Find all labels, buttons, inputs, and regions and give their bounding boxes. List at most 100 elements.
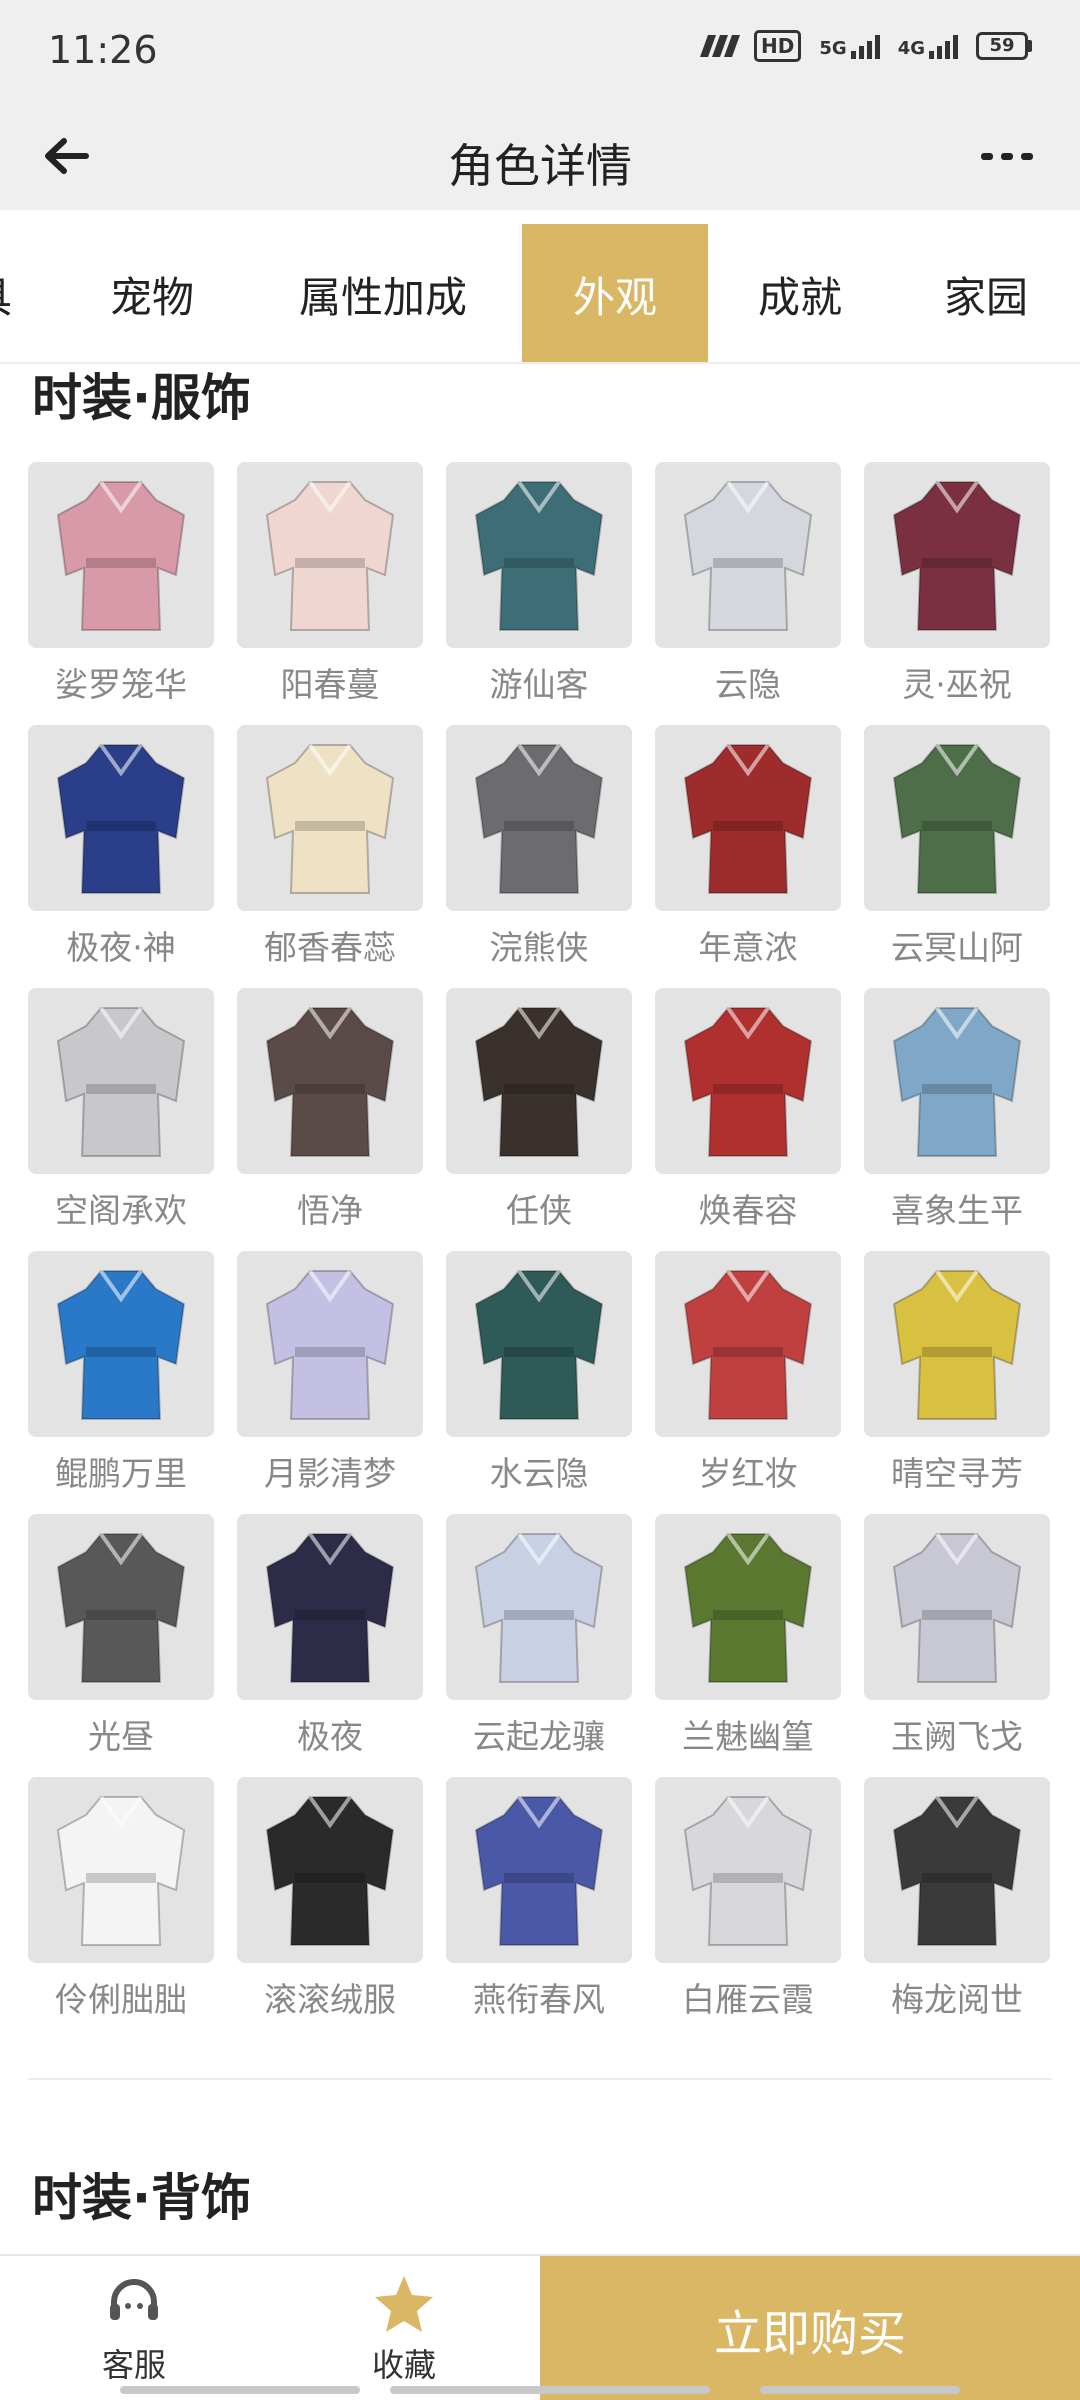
outfit-name: 任侠 <box>506 1191 572 1230</box>
outfit-item[interactable]: 游仙客 <box>446 462 632 704</box>
costume-icon <box>474 480 604 631</box>
outfit-name: 梅龙阅世 <box>891 1980 1023 2019</box>
signal-5g-icon: 5G <box>819 33 880 59</box>
costume-icon <box>474 1532 604 1683</box>
outfit-name: 浣熊侠 <box>489 928 589 967</box>
outfit-item[interactable]: 晴空寻芳 <box>864 1251 1050 1493</box>
outfit-thumbnail <box>655 1251 841 1437</box>
outfit-name: 晴空寻芳 <box>891 1454 1023 1493</box>
outfit-name: 极夜 <box>297 1717 363 1756</box>
outfit-name: 郁香春蕊 <box>264 928 396 967</box>
costume-icon <box>56 743 186 894</box>
outfit-item[interactable]: 岁红妆 <box>655 1251 841 1493</box>
outfit-thumbnail <box>864 988 1050 1174</box>
customer-service-button[interactable]: 客服 <box>34 2256 234 2400</box>
outfit-item[interactable]: 滚滚绒服 <box>237 1777 423 2019</box>
outfit-name: 极夜·神 <box>66 928 176 967</box>
tab-tools[interactable]: 具 <box>0 224 12 362</box>
status-bar: 11:26 HD 5G 4G 59 <box>0 0 1080 100</box>
buy-now-button[interactable]: 立即购买 <box>540 2256 1080 2400</box>
favorite-button[interactable]: 收藏 <box>304 2256 504 2400</box>
costume-icon <box>56 1795 186 1946</box>
outfit-name: 月影清梦 <box>264 1454 396 1493</box>
net-4g-label: 4G <box>897 38 925 59</box>
costume-icon <box>265 480 395 631</box>
costume-icon <box>56 1006 186 1157</box>
wifi-speed-icon <box>700 35 741 57</box>
outfit-item[interactable]: 任侠 <box>446 988 632 1230</box>
outfit-thumbnail <box>237 1251 423 1437</box>
outfit-item[interactable]: 娑罗笼华 <box>28 462 214 704</box>
outfit-item[interactable]: 鲲鹏万里 <box>28 1251 214 1493</box>
outfit-name: 游仙客 <box>489 665 589 704</box>
outfit-name: 悟净 <box>297 1191 363 1230</box>
battery-level: 59 <box>976 32 1028 60</box>
outfit-name: 光昼 <box>88 1717 154 1756</box>
outfit-item[interactable]: 阳春蔓 <box>237 462 423 704</box>
outfit-item[interactable]: 空阁承欢 <box>28 988 214 1230</box>
outfit-item[interactable]: 伶俐朏朏 <box>28 1777 214 2019</box>
outfit-item[interactable]: 燕衔春风 <box>446 1777 632 2019</box>
outfit-item[interactable]: 水云隐 <box>446 1251 632 1493</box>
outfit-name: 云隐 <box>715 665 781 704</box>
outfit-thumbnail <box>28 1251 214 1437</box>
costume-icon <box>265 743 395 894</box>
headset-icon <box>110 2279 158 2320</box>
tab-achievements[interactable]: 成就 <box>720 224 880 362</box>
costume-icon <box>892 1006 1022 1157</box>
net-5g-label: 5G <box>819 38 847 59</box>
outfit-item[interactable]: 光昼 <box>28 1514 214 1756</box>
more-dot-icon <box>1021 152 1033 160</box>
tab-appearance[interactable]: 外观 <box>522 224 708 362</box>
page-title: 角色详情 <box>448 139 632 193</box>
costume-icon <box>892 1795 1022 1946</box>
more-options-button[interactable] <box>972 126 1042 186</box>
outfit-item[interactable]: 云冥山阿 <box>864 725 1050 967</box>
outfit-thumbnail <box>446 1514 632 1700</box>
outfit-thumbnail <box>655 725 841 911</box>
costume-icon <box>683 480 813 631</box>
outfit-item[interactable]: 极夜·神 <box>28 725 214 967</box>
tab-homestead[interactable]: 家园 <box>906 224 1066 362</box>
outfit-thumbnail <box>655 462 841 648</box>
outfit-name: 喜象生平 <box>891 1191 1023 1230</box>
outfit-thumbnail <box>28 988 214 1174</box>
section-title-outfits: 时装·服饰 <box>32 369 251 427</box>
favorite-label: 收藏 <box>371 2346 436 2384</box>
outfit-item[interactable]: 喜象生平 <box>864 988 1050 1230</box>
outfit-name: 娑罗笼华 <box>55 665 187 704</box>
outfit-item[interactable]: 月影清梦 <box>237 1251 423 1493</box>
outfit-name: 岁红妆 <box>698 1454 798 1493</box>
outfit-item[interactable]: 郁香春蕊 <box>237 725 423 967</box>
outfit-thumbnail <box>864 1777 1050 1963</box>
outfit-item[interactable]: 焕春容 <box>655 988 841 1230</box>
costume-icon <box>683 1795 813 1946</box>
outfit-item[interactable]: 云起龙骧 <box>446 1514 632 1756</box>
outfit-item[interactable]: 云隐 <box>655 462 841 704</box>
outfit-item[interactable]: 浣熊侠 <box>446 725 632 967</box>
outfit-thumbnail <box>655 988 841 1174</box>
costume-icon <box>474 1269 604 1420</box>
outfit-item[interactable]: 极夜 <box>237 1514 423 1756</box>
outfit-thumbnail <box>864 725 1050 911</box>
outfit-thumbnail <box>237 988 423 1174</box>
outfit-item[interactable]: 年意浓 <box>655 725 841 967</box>
costume-icon <box>683 1006 813 1157</box>
customer-service-label: 客服 <box>101 2346 166 2384</box>
outfit-item[interactable]: 悟净 <box>237 988 423 1230</box>
tab-attribute-bonus[interactable]: 属性加成 <box>272 224 494 362</box>
bottom-bar: 客服 收藏 立即购买 <box>0 2254 1080 2400</box>
tab-pets[interactable]: 宠物 <box>64 224 240 362</box>
outfit-item[interactable]: 梅龙阅世 <box>864 1777 1050 2019</box>
outfit-name: 年意浓 <box>698 928 798 967</box>
costume-icon <box>265 1269 395 1420</box>
outfit-item[interactable]: 玉阙飞戈 <box>864 1514 1050 1756</box>
outfit-item[interactable]: 兰魅幽篁 <box>655 1514 841 1756</box>
outfit-name: 空阁承欢 <box>55 1191 187 1230</box>
star-icon <box>375 2276 433 2332</box>
outfit-item[interactable]: 白雁云霞 <box>655 1777 841 2019</box>
outfit-item[interactable]: 灵·巫祝 <box>864 462 1050 704</box>
outfit-name: 鲲鹏万里 <box>55 1454 187 1493</box>
outfit-name: 滚滚绒服 <box>264 1980 396 2019</box>
costume-icon <box>892 743 1022 894</box>
